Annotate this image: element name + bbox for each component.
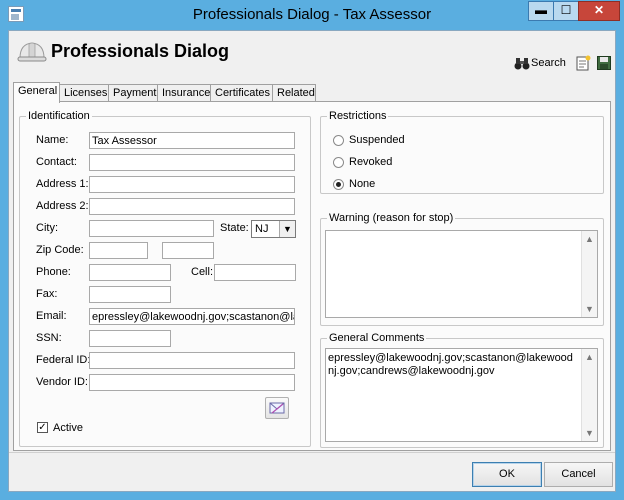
address2-field[interactable] [89, 198, 295, 215]
identification-title: Identification [26, 110, 92, 122]
warning-textarea[interactable]: ▲ ▼ [325, 230, 598, 318]
active-checkbox[interactable]: ✓ [37, 422, 48, 433]
ssn-field[interactable] [89, 330, 171, 347]
cell-field[interactable] [214, 264, 296, 281]
revoked-label: Revoked [349, 156, 393, 168]
phone-label: Phone: [36, 266, 71, 278]
tab-general[interactable]: General [13, 82, 60, 103]
state-select[interactable]: NJ ▼ [251, 220, 296, 238]
none-label: None [349, 178, 376, 190]
envelope-icon [269, 402, 285, 414]
send-email-button[interactable] [265, 397, 289, 419]
comments-textarea[interactable]: epressley@lakewoodnj.gov;scastanon@lakew… [325, 348, 598, 442]
dialog-window: Professionals Dialog - Tax Assessor ▬ ☐ … [0, 0, 624, 500]
ok-button[interactable]: OK [472, 462, 542, 487]
city-label: City: [36, 222, 58, 234]
comments-text: epressley@lakewoodnj.gov;scastanon@lakew… [328, 352, 573, 377]
vendor-id-label: Vendor ID: [36, 376, 88, 388]
phone-field[interactable] [89, 264, 171, 281]
comments-title: General Comments [327, 332, 427, 344]
scroll-down-icon[interactable]: ▼ [582, 425, 597, 441]
address1-field[interactable] [89, 176, 295, 193]
restrictions-title: Restrictions [327, 110, 389, 122]
scroll-up-icon[interactable]: ▲ [582, 349, 597, 365]
scroll-up-icon[interactable]: ▲ [582, 231, 597, 247]
chevron-down-icon[interactable]: ▼ [279, 221, 295, 237]
name-field[interactable]: Tax Assessor [89, 132, 295, 149]
hardhat-icon [17, 42, 47, 62]
warning-scrollbar[interactable]: ▲ ▼ [581, 231, 597, 317]
suspended-label: Suspended [349, 134, 405, 146]
dialog-client: Professionals Dialog Search General Lice… [8, 30, 616, 492]
zip-label: Zip Code: [36, 244, 84, 256]
title-bar[interactable]: Professionals Dialog - Tax Assessor ▬ ☐ … [0, 0, 624, 30]
save-icon[interactable] [597, 56, 611, 70]
search-link[interactable]: Search [531, 57, 566, 69]
notes-icon[interactable] [575, 55, 591, 71]
email-field[interactable]: epressley@lakewoodnj.gov;scastanon@lakew [89, 308, 295, 325]
city-field[interactable] [89, 220, 214, 237]
state-value: NJ [255, 223, 269, 235]
comments-scrollbar[interactable]: ▲ ▼ [581, 349, 597, 441]
federal-id-label: Federal ID: [36, 354, 91, 366]
federal-id-field[interactable] [89, 352, 295, 369]
contact-field[interactable] [89, 154, 295, 171]
contact-label: Contact: [36, 156, 77, 168]
fax-field[interactable] [89, 286, 171, 303]
cell-label: Cell: [191, 266, 214, 278]
revoked-radio[interactable] [333, 157, 344, 168]
close-button[interactable]: ✕ [578, 1, 620, 21]
address2-label: Address 2: [36, 200, 89, 212]
minimize-button[interactable]: ▬ [528, 1, 554, 21]
email-label: Email: [36, 310, 67, 322]
footer-divider [9, 452, 615, 453]
zip-field[interactable] [89, 242, 148, 259]
ssn-label: SSN: [36, 332, 62, 344]
page-title: Professionals Dialog [51, 41, 230, 61]
address1-label: Address 1: [36, 178, 89, 190]
none-radio[interactable] [333, 179, 344, 190]
zip-ext-field[interactable] [162, 242, 214, 259]
active-label: Active [53, 422, 83, 434]
state-label: State: [220, 222, 249, 234]
vendor-id-field[interactable] [89, 374, 295, 391]
name-label: Name: [36, 134, 69, 146]
binoculars-icon[interactable] [514, 57, 530, 71]
fax-label: Fax: [36, 288, 58, 300]
scroll-down-icon[interactable]: ▼ [582, 301, 597, 317]
warning-title: Warning (reason for stop) [327, 212, 456, 224]
maximize-button[interactable]: ☐ [553, 1, 579, 21]
tab-panel-general: Identification Name: Tax Assessor Contac… [13, 101, 611, 451]
cancel-button[interactable]: Cancel [544, 462, 613, 487]
suspended-radio[interactable] [333, 135, 344, 146]
